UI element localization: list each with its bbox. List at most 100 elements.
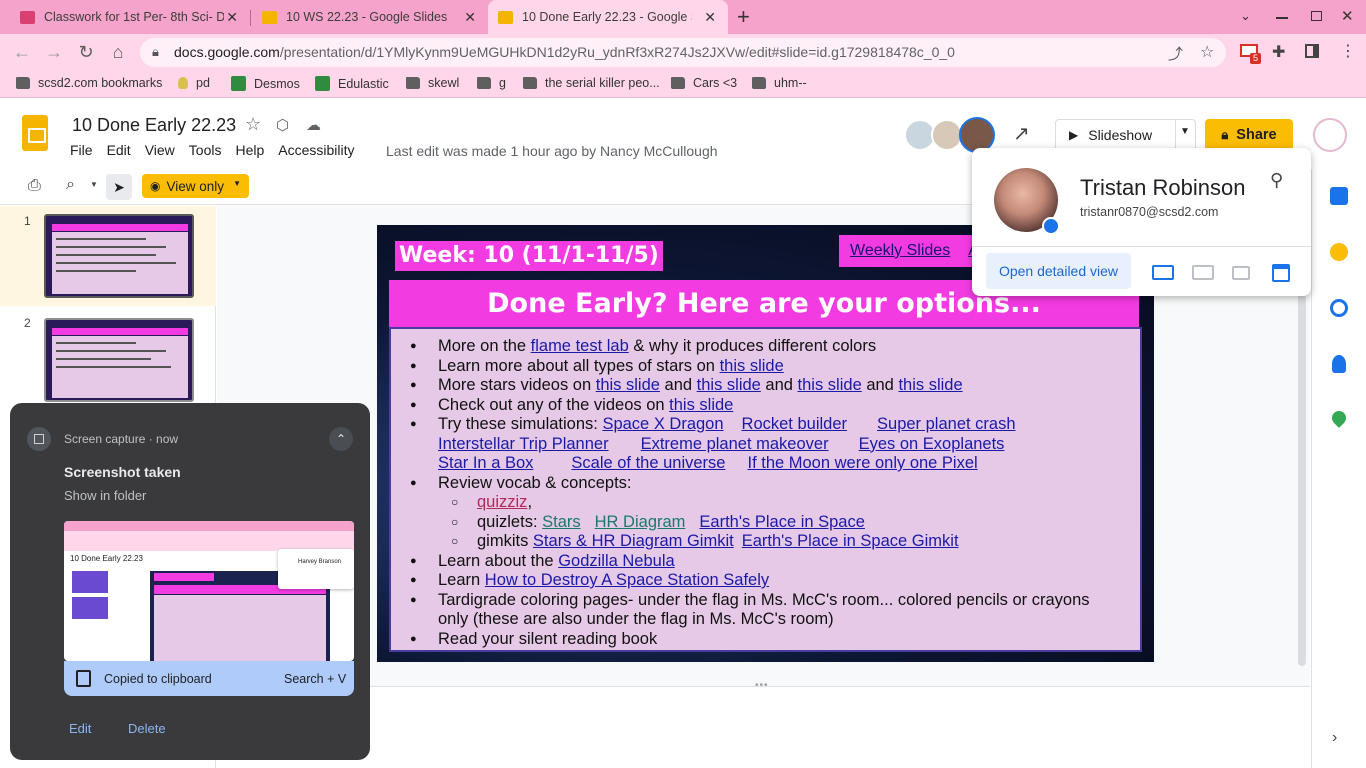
browser-tab-classwork[interactable]: Classwork for 1st Per- 8th Sci- Da ✕: [10, 0, 250, 34]
gimkit-stars-link[interactable]: Stars & HR Diagram Gimkit: [533, 532, 734, 550]
restore-icon[interactable]: [1311, 11, 1322, 21]
bookmark-serial-killer[interactable]: the serial killer peo...: [523, 76, 660, 90]
account-avatar[interactable]: [1313, 118, 1347, 152]
print-icon[interactable]: ⎙: [28, 177, 41, 195]
bookmark-cars[interactable]: Cars <3: [671, 76, 737, 90]
close-tab-icon[interactable]: ✕: [226, 9, 238, 26]
quizlet-earth-link[interactable]: Earth's Place in Space: [699, 513, 865, 531]
close-window-icon[interactable]: ✕: [1341, 7, 1354, 25]
sim-link-rocket[interactable]: Rocket builder: [742, 415, 847, 433]
forward-icon[interactable]: →: [42, 40, 66, 64]
slide-thumbnail-2[interactable]: [44, 318, 194, 402]
activity-dashboard-icon[interactable]: ↗: [1013, 121, 1030, 146]
maps-icon[interactable]: [1329, 408, 1349, 428]
stars-video-link-1[interactable]: this slide: [596, 376, 660, 394]
calendar-icon[interactable]: [1330, 187, 1348, 205]
quizlet-stars-link[interactable]: Stars: [542, 513, 581, 531]
drag-handle-icon[interactable]: •••: [755, 680, 769, 691]
bookmark-skewl[interactable]: skewl: [406, 76, 459, 90]
close-tab-icon[interactable]: ✕: [704, 9, 716, 26]
menu-tools[interactable]: Tools: [189, 142, 222, 158]
slides-logo-icon[interactable]: [22, 115, 48, 151]
quizziz-link[interactable]: quizziz: [477, 493, 527, 511]
sim-link-scale[interactable]: Scale of the universe: [571, 454, 725, 472]
list-item: Tardigrade coloring pages- under the fla…: [391, 591, 1131, 630]
bookmark-uhm[interactable]: uhm--: [752, 76, 807, 90]
sim-link-space-x[interactable]: Space X Dragon: [602, 415, 723, 433]
sim-link-exoplanets[interactable]: Eyes on Exoplanets: [859, 435, 1005, 453]
expand-panel-icon[interactable]: ›: [1332, 729, 1337, 747]
bookmark-g[interactable]: g: [477, 76, 506, 90]
add-person-icon[interactable]: ⚲: [1270, 170, 1283, 191]
email-icon[interactable]: [1152, 265, 1174, 280]
view-only-button[interactable]: ◉ View only ▼: [142, 174, 249, 198]
share-page-icon[interactable]: ⤴: [1168, 43, 1183, 64]
contacts-icon[interactable]: [1332, 355, 1346, 373]
bookmark-desmos[interactable]: Desmos: [231, 76, 300, 91]
star-icon[interactable]: ☆: [245, 114, 261, 135]
delete-button[interactable]: Delete: [128, 721, 166, 736]
slideshow-button[interactable]: ▶ Slideshow ▼: [1055, 119, 1196, 151]
select-cursor-icon[interactable]: ➤: [106, 174, 132, 200]
url-text[interactable]: docs.google.com/presentation/d/1YMlyKynm…: [174, 44, 955, 60]
menu-accessibility[interactable]: Accessibility: [278, 142, 354, 158]
flame-test-lab-link[interactable]: flame test lab: [531, 337, 629, 355]
chevron-down-icon[interactable]: ▼: [1180, 126, 1190, 137]
stars-video-link-4[interactable]: this slide: [898, 376, 962, 394]
gimkit-earth-link[interactable]: Earth's Place in Space Gimkit: [742, 532, 959, 550]
godzilla-nebula-link[interactable]: Godzilla Nebula: [558, 552, 674, 570]
collapse-icon[interactable]: ⌃: [329, 427, 353, 451]
share-button[interactable]: 🔒︎ Share: [1205, 119, 1293, 151]
edit-button[interactable]: Edit: [69, 721, 91, 736]
side-panel-icon[interactable]: [1305, 44, 1319, 58]
videos-slide-link[interactable]: this slide: [669, 396, 733, 414]
open-detailed-view-button[interactable]: Open detailed view: [986, 253, 1131, 289]
list-item: Learn more about all types of stars on t…: [391, 357, 1131, 377]
menu-file[interactable]: File: [70, 142, 93, 158]
clipboard-bar[interactable]: Copied to clipboard Search + V: [64, 661, 354, 696]
bookmark-star-icon[interactable]: ☆: [1200, 42, 1214, 62]
menu-help[interactable]: Help: [235, 142, 264, 158]
show-in-folder-link[interactable]: Show in folder: [64, 488, 146, 503]
sim-link-interstellar[interactable]: Interstellar Trip Planner: [438, 435, 609, 453]
last-edit-text[interactable]: Last edit was made 1 hour ago by Nancy M…: [386, 143, 718, 159]
minimize-icon[interactable]: [1276, 17, 1288, 19]
stars-video-link-2[interactable]: this slide: [697, 376, 761, 394]
sim-link-makeover[interactable]: Extreme planet makeover: [641, 435, 829, 453]
reload-icon[interactable]: ↻: [74, 40, 98, 64]
slide-thumbnail-1[interactable]: [44, 214, 194, 298]
menu-edit[interactable]: Edit: [107, 142, 131, 158]
quizlet-hr-link[interactable]: HR Diagram: [595, 513, 686, 531]
bookmark-edulastic[interactable]: Edulastic: [315, 76, 389, 91]
close-tab-icon[interactable]: ✕: [464, 9, 476, 26]
stars-slide-link[interactable]: this slide: [720, 357, 784, 375]
home-icon[interactable]: ⌂: [106, 40, 130, 64]
browser-tab-done-early[interactable]: 10 Done Early 22.23 - Google Slid ✕: [488, 0, 728, 34]
calendar-event-icon[interactable]: [1272, 264, 1290, 282]
zoom-icon[interactable]: ⌕: [66, 176, 75, 194]
keep-icon[interactable]: [1330, 243, 1348, 261]
sim-link-moon-pixel[interactable]: If the Moon were only one Pixel: [747, 454, 977, 472]
document-title[interactable]: 10 Done Early 22.23: [72, 115, 236, 136]
sim-link-planet-crash[interactable]: Super planet crash: [877, 415, 1016, 433]
menu-view[interactable]: View: [145, 142, 175, 158]
space-station-link[interactable]: How to Destroy A Space Station Safely: [485, 571, 769, 589]
weekly-slides-label: Weekly Slides: [850, 242, 951, 259]
back-icon[interactable]: ←: [10, 40, 34, 64]
bookmark-pd[interactable]: pd: [178, 76, 210, 90]
tab-search-icon[interactable]: ⌄: [1240, 8, 1251, 24]
address-bar[interactable]: 🔒︎ docs.google.com/presentation/d/1YMlyK…: [140, 38, 1226, 67]
extensions-icon[interactable]: ✚: [1272, 42, 1285, 62]
weekly-slides-link[interactable]: Weekly SlidesA: [850, 242, 979, 260]
move-to-drive-icon[interactable]: ⬡: [276, 116, 289, 134]
tasks-icon[interactable]: [1330, 299, 1348, 317]
week-label: Week: 10 (11/1-11/5): [395, 241, 663, 271]
sim-link-star-box[interactable]: Star In a Box: [438, 454, 533, 472]
new-tab-icon[interactable]: +: [737, 4, 750, 30]
chevron-down-icon[interactable]: ▼: [90, 180, 98, 189]
browser-tab-ws[interactable]: 10 WS 22.23 - Google Slides ✕: [252, 0, 488, 34]
screenshot-preview[interactable]: 10 Done Early 22.23 Harvey Branson: [64, 521, 354, 661]
chrome-menu-icon[interactable]: ⋮: [1340, 41, 1356, 61]
bookmark-scsd2[interactable]: scsd2.com bookmarks: [16, 76, 162, 90]
stars-video-link-3[interactable]: this slide: [798, 376, 862, 394]
